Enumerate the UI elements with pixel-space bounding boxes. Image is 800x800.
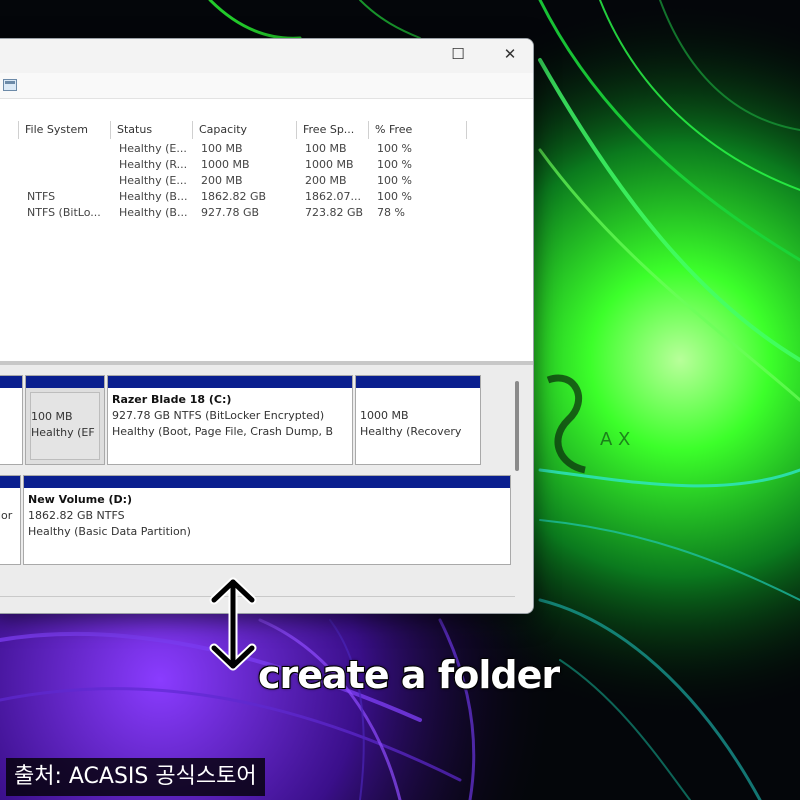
partition-name: Razer Blade 18 (C:) xyxy=(112,393,232,406)
volume-file-system: NTFS xyxy=(27,190,56,203)
column-header-file-system[interactable]: File System xyxy=(19,121,111,139)
volume-capacity: 200 MB xyxy=(201,174,243,187)
column-header-status[interactable]: Status xyxy=(111,121,193,139)
volume-file-system xyxy=(19,141,111,157)
volume-status: Healthy (B... xyxy=(119,190,188,203)
volume-row[interactable]: Healthy (E... 200 MB 200 MB 100 % xyxy=(0,173,533,189)
partition-header-bar xyxy=(26,376,104,388)
volume-status: Healthy (E... xyxy=(119,174,187,187)
toolbar xyxy=(0,73,533,99)
volume-capacity: 927.78 GB xyxy=(201,206,260,219)
partition-status: Healthy (EF xyxy=(31,426,95,439)
partition-header-bar xyxy=(108,376,352,388)
volume-status: Healthy (R... xyxy=(119,158,188,171)
partition-c[interactable]: Razer Blade 18 (C:) 927.78 GB NTFS (BitL… xyxy=(107,375,353,465)
volume-percent-free: 78 % xyxy=(377,206,405,219)
column-header-capacity[interactable]: Capacity xyxy=(193,121,297,139)
volume-free-space: 1862.07... xyxy=(305,190,361,203)
volume-capacity: 100 MB xyxy=(201,142,243,155)
column-header-layout[interactable] xyxy=(0,121,19,139)
volume-file-system xyxy=(19,173,111,189)
volume-capacity: 1000 MB xyxy=(201,158,250,171)
partition-d[interactable]: New Volume (D:) 1862.82 GB NTFS Healthy … xyxy=(23,475,511,565)
partition-size: 1000 MB xyxy=(360,409,409,422)
title-bar[interactable]: ☐ ✕ xyxy=(0,39,533,73)
maximize-icon[interactable]: ☐ xyxy=(435,39,481,69)
svg-text:A X: A X xyxy=(600,429,630,450)
partition-header-bar xyxy=(24,476,510,488)
volume-file-system xyxy=(19,157,111,173)
disk-management-window: ☐ ✕ File System Status Capacity Free Sp.… xyxy=(0,38,534,614)
volume-percent-free: 100 % xyxy=(377,190,412,203)
volume-row[interactable]: Healthy (E... 100 MB 100 MB 100 % xyxy=(0,141,533,157)
disk1-label[interactable]: ior xyxy=(0,475,21,565)
volume-free-space: 100 MB xyxy=(305,142,347,155)
disk-map: 100 MB Healthy (EF Razer Blade 18 (C:) 9… xyxy=(0,365,533,613)
partition-recovery[interactable]: 1000 MB Healthy (Recovery xyxy=(355,375,481,465)
volume-free-space: 1000 MB xyxy=(305,158,354,171)
source-credit: 출처: ACASIS 공식스토어 xyxy=(6,758,265,796)
disk1-label-text: ior xyxy=(0,509,13,522)
partition-size: 100 MB xyxy=(31,410,73,423)
partition-name: New Volume (D:) xyxy=(28,493,133,506)
volume-row[interactable]: Healthy (R... 1000 MB 1000 MB 100 % xyxy=(0,157,533,173)
partition-c-info: Razer Blade 18 (C:) 927.78 GB NTFS (BitL… xyxy=(112,392,348,460)
partition-size: 927.78 GB NTFS (BitLocker Encrypted) xyxy=(112,409,325,422)
volume-percent-free: 100 % xyxy=(377,142,412,155)
double-arrow-icon xyxy=(209,577,257,671)
column-header-blank xyxy=(467,121,533,139)
volume-status: Healthy (B... xyxy=(119,206,188,219)
volume-percent-free: 100 % xyxy=(377,158,412,171)
partition-size: 1862.82 GB NTFS xyxy=(28,509,125,522)
volume-percent-free: 100 % xyxy=(377,174,412,187)
partition-status: Healthy (Recovery xyxy=(360,425,462,438)
partition-header-bar xyxy=(0,376,22,388)
partition-header-bar xyxy=(0,476,20,488)
volume-free-space: 200 MB xyxy=(305,174,347,187)
partition-status: Healthy (Boot, Page File, Crash Dump, B xyxy=(112,425,334,438)
volume-row[interactable]: NTFS Healthy (B... 1862.82 GB 1862.07...… xyxy=(0,189,533,205)
partition-recovery-info: 1000 MB Healthy (Recovery xyxy=(360,392,476,460)
disk-properties-icon[interactable] xyxy=(3,79,17,91)
partition-efi-info: 100 MB Healthy (EF xyxy=(30,392,100,460)
volume-free-space: 723.82 GB xyxy=(305,206,364,219)
volume-status: Healthy (E... xyxy=(119,142,187,155)
column-header-free-space[interactable]: Free Sp... xyxy=(297,121,369,139)
vertical-scrollbar[interactable] xyxy=(515,381,519,471)
volume-file-system: NTFS (BitLo... xyxy=(27,206,101,219)
partition-efi[interactable]: 100 MB Healthy (EF xyxy=(25,375,105,465)
partition-status: Healthy (Basic Data Partition) xyxy=(28,525,191,538)
volume-row[interactable]: NTFS (BitLo... Healthy (B... 927.78 GB 7… xyxy=(0,205,533,221)
partition-header-bar xyxy=(356,376,480,388)
partition-d-info: New Volume (D:) 1862.82 GB NTFS Healthy … xyxy=(28,492,506,560)
close-icon[interactable]: ✕ xyxy=(487,39,533,69)
volume-capacity: 1862.82 GB xyxy=(201,190,267,203)
column-header-percent-free[interactable]: % Free xyxy=(369,121,467,139)
subtitle-caption: create a folder xyxy=(257,652,561,698)
volume-list-header: File System Status Capacity Free Sp... %… xyxy=(0,121,533,139)
partition-disk0-left[interactable] xyxy=(0,375,23,465)
